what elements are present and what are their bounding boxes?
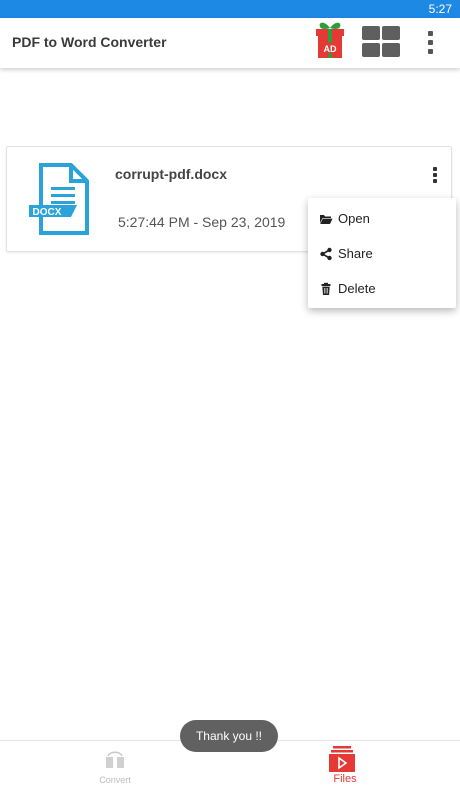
tab-files-label: Files: [333, 773, 357, 785]
menu-label-share: Share: [338, 246, 373, 261]
status-time: 5:27: [428, 2, 452, 16]
gift-ad-icon[interactable]: AD: [312, 20, 348, 60]
folder-open-icon: [319, 212, 333, 226]
file-date: 5:27:44 PM - Sep 23, 2019: [118, 214, 286, 230]
menu-label-open: Open: [338, 211, 370, 226]
menu-item-share[interactable]: Share: [308, 237, 456, 271]
menu-label-delete: Delete: [338, 281, 376, 296]
files-icon: [327, 745, 357, 773]
file-menu-icon[interactable]: [427, 163, 443, 187]
toast-message: Thank you !!: [180, 720, 278, 752]
convert-icon: [103, 749, 127, 771]
status-bar: 5:27: [0, 0, 460, 18]
grid-view-icon[interactable]: [360, 24, 402, 60]
docx-file-icon: DOCX: [27, 163, 93, 235]
tab-convert-label: Convert: [99, 775, 131, 785]
trash-icon: [319, 282, 333, 296]
more-vert-icon[interactable]: [420, 28, 442, 58]
menu-item-open[interactable]: Open: [308, 202, 456, 236]
app-title: PDF to Word Converter: [12, 34, 167, 50]
file-context-menu: Open Share Delete: [308, 198, 456, 308]
file-name: corrupt-pdf.docx: [115, 166, 227, 182]
share-icon: [319, 247, 333, 261]
menu-item-delete[interactable]: Delete: [308, 272, 456, 306]
docx-badge-text: DOCX: [33, 207, 62, 218]
ad-badge-text: AD: [324, 44, 337, 54]
app-bar: PDF to Word Converter AD: [0, 18, 460, 68]
